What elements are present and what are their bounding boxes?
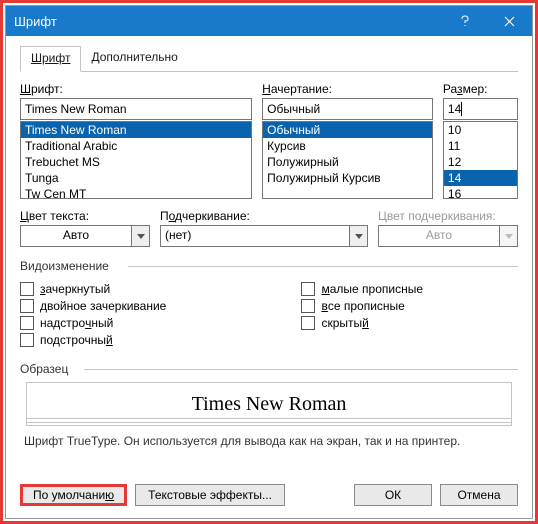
font-label: Шрифт: [20, 82, 252, 96]
checkbox-hidden[interactable]: скрытый [301, 316, 518, 330]
text-color-label: Цвет текста: [20, 209, 150, 223]
font-input[interactable] [20, 98, 252, 120]
underline-color-combo: Авто [378, 225, 518, 247]
style-listbox[interactable]: Обычный Курсив Полужирный Полужирный Кур… [262, 121, 433, 199]
ok-button[interactable]: ОК [354, 484, 432, 506]
effects-legend: Видоизменение [20, 259, 518, 273]
text-color-combo[interactable]: Авто [20, 225, 150, 247]
style-label: Начертание: [262, 82, 433, 96]
set-default-button[interactable]: По умолчанию [20, 484, 127, 506]
title-bar: Шрифт [6, 6, 532, 36]
tab-advanced[interactable]: Дополнительно [81, 46, 187, 71]
cancel-button[interactable]: Отмена [440, 484, 518, 506]
checkbox-all-caps[interactable]: все прописные [301, 299, 518, 313]
list-item[interactable]: Times New Roman [21, 122, 251, 138]
checkbox-strikethrough[interactable]: зачеркнутый [20, 282, 301, 296]
chevron-down-icon[interactable] [349, 226, 367, 246]
window-title: Шрифт [6, 14, 442, 29]
list-item[interactable]: Полужирный [263, 154, 432, 170]
size-input[interactable]: 14 [443, 98, 518, 120]
list-item[interactable]: 11 [444, 138, 517, 154]
checkbox-superscript[interactable]: надстрочный [20, 316, 301, 330]
chevron-down-icon [499, 226, 517, 246]
checkbox-small-caps[interactable]: малые прописные [301, 282, 518, 296]
checkbox-double-strike[interactable]: двойное зачеркивание [20, 299, 301, 313]
size-listbox[interactable]: 10 11 12 14 16 [443, 121, 518, 199]
list-item[interactable]: Trebuchet MS [21, 154, 251, 170]
sample-preview: Times New Roman [26, 382, 512, 426]
list-item[interactable]: Курсив [263, 138, 432, 154]
tab-strip: Шрифт Дополнительно [20, 46, 518, 72]
style-input[interactable] [262, 98, 433, 120]
close-button[interactable] [487, 6, 532, 36]
chevron-down-icon[interactable] [131, 226, 149, 246]
list-item[interactable]: Обычный [263, 122, 432, 138]
checkbox-subscript[interactable]: подстрочный [20, 333, 301, 347]
list-item[interactable]: 14 [444, 170, 517, 186]
list-item[interactable]: Полужирный Курсив [263, 170, 432, 186]
underline-label: Подчеркивание: [160, 209, 368, 223]
font-listbox[interactable]: Times New Roman Traditional Arabic Trebu… [20, 121, 252, 199]
list-item[interactable]: 16 [444, 186, 517, 199]
list-item[interactable]: 10 [444, 122, 517, 138]
help-button[interactable] [442, 6, 487, 36]
tab-font[interactable]: Шрифт [20, 46, 81, 72]
list-item[interactable]: Tw Cen MT [21, 186, 251, 199]
text-effects-button[interactable]: Текстовые эффекты... [135, 484, 285, 506]
list-item[interactable]: 12 [444, 154, 517, 170]
list-item[interactable]: Tunga [21, 170, 251, 186]
sample-legend: Образец [20, 362, 518, 376]
size-label: Размер: [443, 82, 518, 96]
underline-combo[interactable]: (нет) [160, 225, 368, 247]
underline-color-label: Цвет подчеркивания: [378, 209, 518, 223]
font-dialog: Шрифт Шрифт Дополнительно Шрифт: Times N… [5, 5, 533, 519]
font-hint: Шрифт TrueType. Он используется для выво… [24, 434, 518, 448]
list-item[interactable]: Traditional Arabic [21, 138, 251, 154]
